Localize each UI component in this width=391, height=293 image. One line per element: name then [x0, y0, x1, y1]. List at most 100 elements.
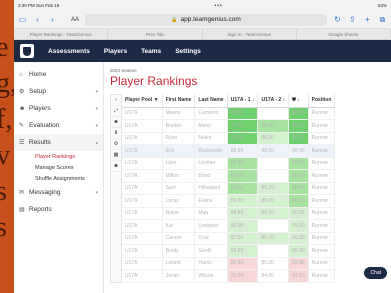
expand-panel-icon[interactable]: ›: [111, 95, 121, 106]
cell-first-name: Eric: [162, 144, 196, 158]
table-row[interactable]: U17A Nolan Mau 84.80 89.70 86.05 Runner: [122, 207, 336, 220]
sort-icon[interactable]: ↕: [283, 97, 286, 103]
table-row[interactable]: U17A Lucas Evans 84.30 88.00 86.15 Runner: [122, 194, 336, 208]
cell-score-u17a-2: [257, 219, 290, 233]
group-icon[interactable]: ☻: [111, 117, 121, 128]
season-label: 2024 Season: [110, 68, 137, 73]
table-row[interactable]: U17A Mason Carstens 99.70 88.00 Runner: [122, 107, 336, 120]
reload-icon[interactable]: ↻: [333, 15, 342, 24]
nav-assessments[interactable]: Assessments: [48, 48, 90, 55]
sidebar-item-home[interactable]: ⌂ Home: [14, 66, 103, 83]
cell-player-pool: U17A: [122, 219, 163, 233]
cell-score-u17a-1: 88.60: [227, 244, 259, 258]
cell-score-u17a-2: 88.00: [257, 119, 290, 133]
chevron-up-icon: ▴: [95, 139, 98, 146]
table-row[interactable]: U17A Brody Gentil 88.60 85.00 Runner: [122, 244, 336, 258]
table-row[interactable]: U17A Eric Rushworth 88.90 88.00 88.45 Runner: [122, 144, 336, 158]
cell-score-composite: 82.90: [288, 257, 309, 270]
sidebar-item-reports[interactable]: ▤ Reports: [14, 201, 103, 218]
cell-score-u17a-2: 86.70: [257, 232, 290, 245]
cell-last-name: Mau: [194, 207, 228, 220]
cell-score-composite: 86.65: [288, 182, 309, 195]
multitask-dots[interactable]: •••: [215, 3, 223, 9]
new-tab-icon[interactable]: +: [363, 15, 372, 24]
table-row[interactable]: U17A Leland Harris 80.80 85.00 82.90 Runner: [122, 257, 336, 270]
gear-icon[interactable]: ⚙: [111, 139, 121, 150]
cell-score-u17a-2: [257, 107, 290, 120]
reader-aa-button[interactable]: AA: [71, 17, 79, 23]
cell-last-name: Gentil: [194, 244, 228, 258]
sort-icon[interactable]: ↓: [297, 97, 300, 103]
cell-last-name: Carstens: [194, 107, 228, 120]
forward-icon[interactable]: ›: [48, 15, 57, 24]
cell-score-composite: 85.00: [288, 219, 309, 233]
nav-settings[interactable]: Settings: [175, 48, 201, 55]
cell-position: Runner: [308, 257, 336, 270]
chat-button[interactable]: Chat: [364, 267, 387, 279]
sidebar-item-messaging[interactable]: ✉ Messaging ▾: [14, 184, 103, 201]
back-icon[interactable]: ‹: [33, 15, 42, 24]
sidebar-subitem-shuffle-assignments[interactable]: Shuffle Assignments: [14, 173, 103, 184]
table-row[interactable]: U17A Ryan Nolen 91.00 96.00 86.75 Runner: [122, 132, 336, 145]
browser-tab[interactable]: Google Sheets: [297, 29, 391, 39]
download-icon[interactable]: ⬇: [111, 128, 121, 139]
sidebar-item-evaluation[interactable]: ✎ Evaluation ▾: [14, 117, 103, 134]
cell-position: Runner: [308, 182, 336, 195]
nav-teams[interactable]: Teams: [141, 48, 161, 55]
table-row[interactable]: U17A Braden Mann 77.60 88.00 85.30 Runner: [122, 119, 336, 133]
cell-score-u17a-1: 89.20: [227, 182, 259, 195]
lock-icon: 🔒: [171, 16, 178, 23]
columns-icon[interactable]: ▦: [111, 150, 121, 161]
teamgenius-logo[interactable]: [20, 44, 34, 58]
table-row[interactable]: U17A Liam Lorimer 89.30 89.60 Runner: [122, 157, 336, 170]
col-header-composite[interactable]: ⛊ ↓: [288, 94, 309, 108]
cell-first-name: Kai: [162, 219, 196, 233]
cell-score-composite: 86.00: [288, 169, 309, 183]
table-row[interactable]: U17A Jonah Wilson 79.00 84.00 81.50 Runner: [122, 269, 336, 283]
cell-score-composite: 85.30: [288, 119, 309, 133]
table-row[interactable]: U17A Carson Cruz 87.00 86.70 86.00 Runner: [122, 232, 336, 245]
browser-tab[interactable]: Prev Tab: [108, 29, 203, 39]
table-row[interactable]: U17A Kai Lindqvist 86.00 85.00 Runner: [122, 219, 336, 233]
sidebar-toggle-icon[interactable]: ▭: [18, 15, 27, 24]
chevron-down-icon: ▾: [95, 122, 98, 129]
cell-score-composite: 86.75: [288, 132, 309, 145]
col-header-last-name[interactable]: Last Name: [194, 94, 228, 108]
filter-icon[interactable]: ▼: [154, 97, 159, 103]
sidebar-item-players[interactable]: ☻ Players ▾: [14, 100, 103, 117]
cell-score-u17a-1: 99.70: [227, 107, 259, 120]
cell-first-name: Nolan: [162, 207, 196, 220]
col-header-player-pool[interactable]: Player Pool ▼: [122, 94, 163, 108]
cell-score-u17a-1: 88.90: [227, 144, 259, 158]
cell-player-pool: U17A: [122, 269, 163, 283]
cell-score-u17a-2: 85.00: [257, 257, 290, 270]
sidebar-subitem-player-rankings[interactable]: Player Rankings: [14, 151, 103, 162]
sidebar-item-label: Results: [29, 139, 51, 146]
col-header-u17a-1[interactable]: U17A - 1 ↕: [227, 94, 259, 108]
col-header-first-name[interactable]: First Name: [162, 94, 196, 108]
col-header-position[interactable]: Position: [308, 94, 336, 108]
sidebar-item-results[interactable]: ☰ Results ▴: [14, 134, 103, 151]
sidebar-item-setup[interactable]: ⚙ Setup ▾: [14, 83, 103, 100]
sidebar-item-label: Messaging: [29, 189, 61, 196]
address-bar[interactable]: 🔒 app.teamgenius.com: [85, 13, 327, 26]
cell-position: Runner: [308, 269, 336, 283]
table-row[interactable]: U17A Milton Bond 90.00 86.00 Runner: [122, 169, 336, 183]
sort-icon[interactable]: ↕: [252, 97, 255, 103]
fullscreen-icon[interactable]: ⤢: [111, 106, 121, 117]
cell-last-name: Nolen: [194, 132, 228, 145]
share-icon[interactable]: ⇪: [348, 15, 357, 24]
sidebar-subitem-manage-scores[interactable]: Manage Scores: [14, 162, 103, 173]
browser-tab[interactable]: Sign In - TeamGenius: [203, 29, 297, 39]
cell-first-name: Sam: [162, 182, 196, 195]
cell-player-pool: U17A: [122, 182, 163, 195]
table-row[interactable]: U17A Sam Hillesland 89.20 88.70 86.65 Runner: [122, 182, 336, 195]
people-icon[interactable]: ☻: [111, 161, 121, 172]
browser-tab[interactable]: Player Rankings - TeamGenius: [14, 29, 109, 39]
tabs-overview-icon[interactable]: ⧉: [378, 15, 387, 25]
nav-players[interactable]: Players: [104, 48, 127, 55]
cell-score-composite: 86.00: [288, 232, 309, 245]
col-header-u17a-2[interactable]: U17A - 2 ↕: [257, 94, 290, 108]
url-text: app.teamgenius.com: [180, 16, 241, 23]
cell-player-pool: U17A: [122, 107, 163, 120]
